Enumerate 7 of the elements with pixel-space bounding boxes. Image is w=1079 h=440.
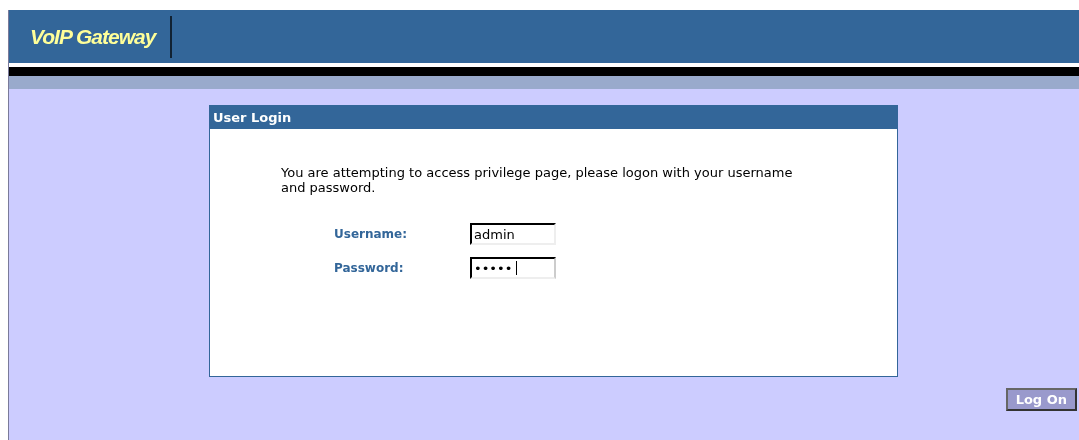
login-message: You are attempting to access privilege page, please logon with your username and password. [281, 165, 794, 195]
field-label: Username: [334, 227, 409, 241]
panel-title: User Login [210, 106, 897, 129]
input-field[interactable]: admin [470, 223, 556, 245]
field-label: Password: [334, 261, 405, 275]
input-field[interactable]: ••••• [470, 257, 556, 279]
logo: VoIP Gateway [30, 15, 173, 58]
